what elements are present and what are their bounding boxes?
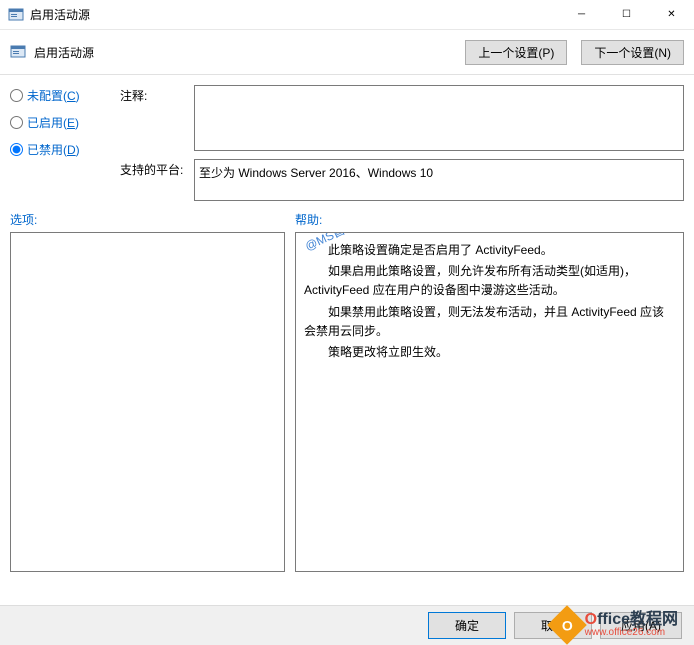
config-area: 未配置(C) 已启用(E) 已禁用(D) 注释: 支持的平台: 至少为 Wind… bbox=[0, 85, 694, 201]
window-controls: ─ ☐ ✕ bbox=[559, 0, 694, 30]
maximize-button[interactable]: ☐ bbox=[604, 0, 649, 30]
cancel-button[interactable]: 取消 bbox=[514, 612, 592, 639]
titlebar: 启用活动源 ─ ☐ ✕ bbox=[0, 0, 694, 30]
platform-textarea: 至少为 Windows Server 2016、Windows 10 bbox=[194, 159, 684, 201]
close-button[interactable]: ✕ bbox=[649, 0, 694, 30]
help-label: 帮助: bbox=[295, 211, 322, 228]
platform-label: 支持的平台: bbox=[120, 159, 188, 201]
radio-disabled-input[interactable] bbox=[10, 143, 23, 156]
radio-disabled[interactable]: 已禁用(D) bbox=[10, 141, 110, 158]
comment-row: 注释: bbox=[120, 85, 684, 151]
radio-enabled-input[interactable] bbox=[10, 116, 23, 129]
radio-not-configured[interactable]: 未配置(C) bbox=[10, 87, 110, 104]
panes: @MS酋长鉴Win10 此策略设置确定是否启用了 ActivityFeed。 如… bbox=[0, 232, 694, 572]
help-line-4: 策略更改将立即生效。 bbox=[304, 343, 675, 362]
help-line-3: 如果禁用此策略设置，则无法发布活动，并且 ActivityFeed 应该会禁用云… bbox=[304, 303, 675, 341]
lower-labels: 选项: 帮助: bbox=[0, 201, 694, 232]
apply-button[interactable]: 应用(A) bbox=[600, 612, 682, 639]
comment-label: 注释: bbox=[120, 85, 188, 151]
options-pane bbox=[10, 232, 285, 572]
radio-not-configured-input[interactable] bbox=[10, 89, 23, 102]
ok-button[interactable]: 确定 bbox=[428, 612, 506, 639]
help-pane: @MS酋长鉴Win10 此策略设置确定是否启用了 ActivityFeed。 如… bbox=[295, 232, 684, 572]
comment-textarea[interactable] bbox=[194, 85, 684, 151]
fields-column: 注释: 支持的平台: 至少为 Windows Server 2016、Windo… bbox=[120, 85, 684, 201]
options-label: 选项: bbox=[10, 211, 295, 228]
window-title: 启用活动源 bbox=[30, 6, 559, 23]
next-setting-button[interactable]: 下一个设置(N) bbox=[581, 40, 684, 65]
minimize-button[interactable]: ─ bbox=[559, 0, 604, 30]
radio-enabled[interactable]: 已启用(E) bbox=[10, 114, 110, 131]
help-line-2: 如果启用此策略设置，则允许发布所有活动类型(如适用)，ActivityFeed … bbox=[304, 262, 675, 300]
platform-row: 支持的平台: 至少为 Windows Server 2016、Windows 1… bbox=[120, 159, 684, 201]
app-icon bbox=[8, 7, 24, 23]
divider bbox=[0, 74, 694, 75]
header-title: 启用活动源 bbox=[34, 44, 94, 61]
radio-group: 未配置(C) 已启用(E) 已禁用(D) bbox=[10, 85, 110, 201]
help-line-1: 此策略设置确定是否启用了 ActivityFeed。 bbox=[304, 241, 675, 260]
policy-icon bbox=[10, 44, 26, 60]
footer: 确定 取消 应用(A) bbox=[0, 605, 694, 645]
previous-setting-button[interactable]: 上一个设置(P) bbox=[465, 40, 567, 65]
header-strip: 启用活动源 上一个设置(P) 下一个设置(N) bbox=[0, 30, 694, 74]
